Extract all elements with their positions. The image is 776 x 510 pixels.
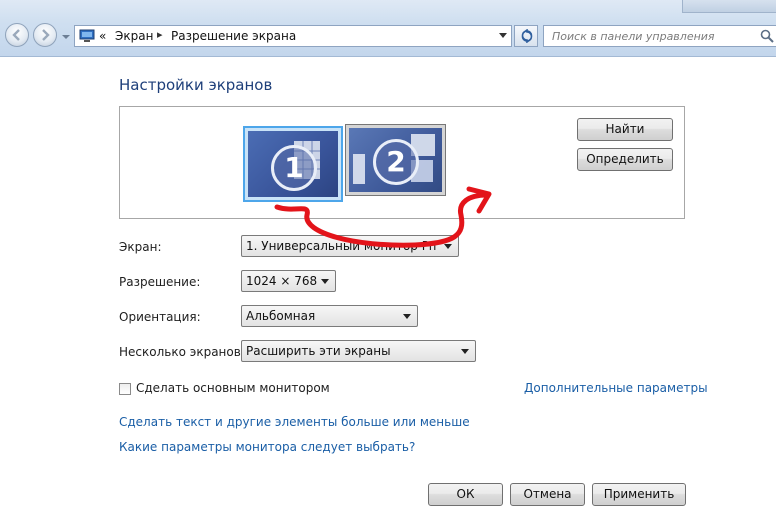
multiple-displays-select[interactable]: Расширить эти экраны [241, 340, 476, 362]
advanced-settings-link[interactable]: Дополнительные параметры [524, 381, 708, 395]
make-primary-label[interactable]: Сделать основным монитором [136, 381, 330, 395]
ok-button[interactable]: ОК [428, 483, 503, 506]
resolution-select[interactable]: 1024 × 768 [241, 270, 336, 292]
display-select[interactable]: 1. Универсальный монитор PnP [241, 235, 459, 257]
chevron-down-icon [321, 279, 329, 284]
address-bar[interactable]: « Экран ▸ Разрешение экрана [74, 25, 512, 47]
apply-button[interactable]: Применить [592, 483, 686, 506]
make-primary-checkbox[interactable] [119, 383, 131, 395]
search-icon[interactable] [760, 29, 774, 43]
address-dropdown-icon[interactable] [499, 33, 507, 39]
display-label: Экран: [119, 240, 162, 254]
breadcrumb-screen-resolution[interactable]: Разрешение экрана [171, 29, 296, 43]
monitor-2[interactable]: 2 [345, 124, 446, 196]
monitor-arrangement-panel: 1 2 Найти Определить [119, 106, 685, 219]
search-input[interactable] [552, 28, 752, 44]
orientation-value: Альбомная [246, 309, 316, 323]
chevron-down-icon [403, 314, 411, 319]
forward-button[interactable] [33, 23, 57, 47]
which-settings-link[interactable]: Какие параметры монитора следует выбрать… [119, 440, 415, 454]
refresh-button[interactable] [514, 25, 538, 47]
orientation-label: Ориентация: [119, 310, 201, 324]
window-controls[interactable] [682, 0, 776, 13]
recent-pages-dropdown-icon[interactable] [61, 32, 71, 42]
control-panel-icon [79, 29, 95, 42]
resolution-value: 1024 × 768 [246, 274, 318, 288]
chevron-down-icon [444, 244, 452, 249]
display-value: 1. Универсальный монитор PnP [246, 239, 436, 253]
monitor-2-number: 2 [373, 139, 419, 185]
resolution-label: Разрешение: [119, 275, 201, 289]
breadcrumb-overflow[interactable]: « [99, 29, 106, 43]
orientation-select[interactable]: Альбомная [241, 305, 418, 327]
multiple-displays-label: Несколько экранов: [119, 345, 245, 359]
detect-button[interactable]: Найти [577, 118, 673, 141]
arrow-right-icon [42, 29, 50, 41]
breadcrumb-separator-icon[interactable]: ▸ [157, 28, 163, 41]
monitor-1-screen: 1 [248, 131, 338, 197]
monitor-1-number: 1 [271, 145, 317, 191]
arrow-left-icon [12, 29, 20, 41]
cancel-button[interactable]: Отмена [510, 483, 585, 506]
monitor-1[interactable]: 1 [243, 126, 343, 202]
multiple-displays-value: Расширить эти экраны [246, 344, 391, 358]
search-box[interactable] [543, 25, 776, 47]
identify-button[interactable]: Определить [577, 148, 673, 171]
text-size-link[interactable]: Сделать текст и другие элементы больше и… [119, 415, 470, 429]
back-button[interactable] [5, 23, 29, 47]
breadcrumb-display[interactable]: Экран [115, 29, 153, 43]
navigation-bar: « Экран ▸ Разрешение экрана [0, 0, 776, 57]
page-title: Настройки экранов [119, 76, 273, 94]
chevron-down-icon [461, 349, 469, 354]
monitor-2-screen: 2 [349, 128, 442, 192]
refresh-icon [521, 29, 533, 43]
